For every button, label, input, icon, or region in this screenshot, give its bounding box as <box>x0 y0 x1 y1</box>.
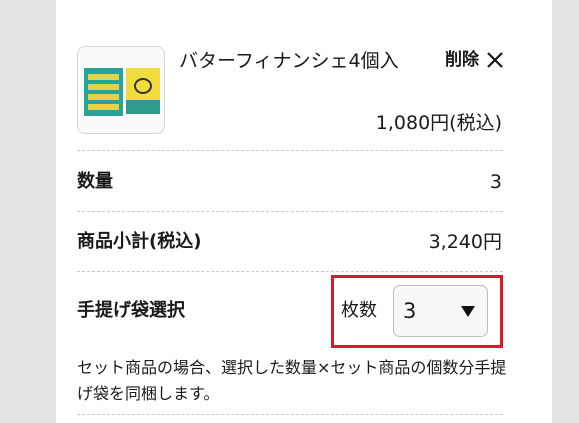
bag-count-value: 3 <box>403 299 417 323</box>
quantity-label: 数量 <box>77 171 113 192</box>
divider <box>77 271 503 272</box>
quantity-value: 3 <box>489 171 502 193</box>
dropdown-arrow-icon <box>461 305 475 317</box>
subtotal-value: 3,240円 <box>428 231 502 253</box>
product-name: バターフィナンシェ4個入 <box>179 50 399 72</box>
bag-count-label: 枚数 <box>341 300 377 321</box>
divider <box>77 414 503 415</box>
divider <box>77 150 503 151</box>
remove-label: 削除 <box>445 50 479 70</box>
bag-note: セット商品の場合、選択した数量×セット商品の個数分手提げ袋を同梱します。 <box>77 358 507 403</box>
unit-price: 1,080円(税込) <box>375 112 502 134</box>
divider <box>77 211 503 212</box>
subtotal-label: 商品小計(税込) <box>77 231 202 252</box>
green-package-image <box>84 68 123 116</box>
cart-item-card: バターフィナンシェ4個入 削除 1,080円(税込) 数量 3 商品小計(税込)… <box>56 0 552 423</box>
close-icon <box>487 52 503 68</box>
yellow-package-image <box>126 68 160 114</box>
remove-item-button[interactable]: 削除 <box>445 47 504 73</box>
bag-count-select[interactable]: 3 <box>393 285 488 337</box>
product-thumbnail <box>77 46 165 134</box>
bag-selection-label: 手提げ袋選択 <box>77 300 185 321</box>
